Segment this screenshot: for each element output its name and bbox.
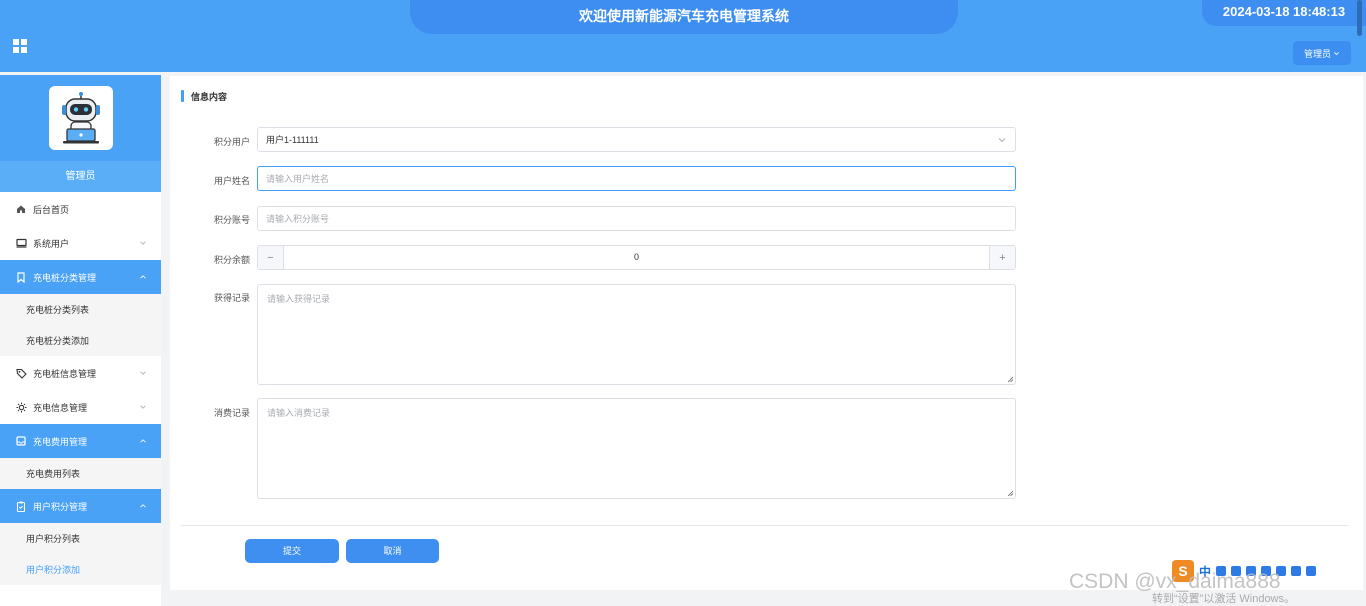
sun-icon <box>15 401 27 413</box>
chevron-down-icon <box>138 238 148 248</box>
sidebar-item-charging-fee[interactable]: 充电费用管理 <box>0 424 161 458</box>
main-content: 信息内容 积分用户 用户1-111111 用户姓名 请输入用户姓名 积分账号 请… <box>170 76 1363 590</box>
sidebar-subitem-charging-fee-list[interactable]: 充电费用列表 <box>0 458 161 489</box>
activate-windows-note: 转到“设置”以激活 Windows。 <box>1152 593 1296 605</box>
user-menu-label: 管理员 <box>1303 48 1331 59</box>
inbox-icon <box>15 435 27 447</box>
system-title: 欢迎使用新能源汽车充电管理系统 <box>410 0 958 34</box>
form-divider <box>181 525 1349 526</box>
grid-icon[interactable] <box>1291 566 1302 576</box>
top-header: 欢迎使用新能源汽车充电管理系统 2024-03-18 18:48:13 管理员 <box>0 0 1366 72</box>
sidebar-item-label: 系统用户 <box>33 238 70 249</box>
page-scrollbar[interactable] <box>1357 0 1362 36</box>
chevron-up-icon <box>138 436 148 446</box>
spend-record-textarea[interactable]: 请输入消费记录 <box>257 398 1016 499</box>
avatar-panel <box>0 75 161 161</box>
clipboard-icon <box>15 500 27 512</box>
resize-grip-icon[interactable] <box>1007 376 1013 382</box>
cancel-button[interactable]: 取消 <box>346 539 439 563</box>
points-balance-label: 积分余额 <box>213 255 250 265</box>
tag-icon <box>15 367 27 379</box>
sidebar-item-label: 充电桩分类管理 <box>33 272 97 283</box>
sidebar-item-user-points[interactable]: 用户积分管理 <box>0 489 161 523</box>
sidebar: 管理员 后台首页 系统用户 充电桩分类管理 充电桩分类列表 充电桩分类添加 充电… <box>0 75 161 606</box>
role-name: 管理员 <box>0 161 161 192</box>
sidebar-item-label: 用户积分管理 <box>33 501 88 512</box>
points-user-select[interactable]: 用户1-111111 <box>257 127 1016 152</box>
sidebar-item-system-users[interactable]: 系统用户 <box>0 226 161 260</box>
points-balance-stepper[interactable]: − 0 + <box>257 245 1016 270</box>
datetime-display: 2024-03-18 18:48:13 <box>1202 0 1366 26</box>
earn-record-label: 获得记录 <box>213 293 250 303</box>
chevron-down-icon <box>138 402 148 412</box>
sidebar-item-label: 充电费用管理 <box>33 436 88 447</box>
sidebar-item-charging-info[interactable]: 充电信息管理 <box>0 390 161 424</box>
chevron-down-icon <box>998 138 1006 143</box>
sidebar-subitem-pile-category-add[interactable]: 充电桩分类添加 <box>0 325 161 356</box>
user-name-placeholder: 请输入用户姓名 <box>266 174 330 184</box>
earn-record-placeholder: 请输入获得记录 <box>267 294 331 304</box>
section-title: 信息内容 <box>181 90 227 102</box>
decrease-button[interactable]: − <box>258 246 284 269</box>
sidebar-item-home[interactable]: 后台首页 <box>0 192 161 226</box>
points-user-value: 用户1-111111 <box>266 135 319 145</box>
sidebar-item-pile-category[interactable]: 充电桩分类管理 <box>0 260 161 294</box>
earn-record-textarea[interactable]: 请输入获得记录 <box>257 284 1016 385</box>
chevron-down-icon <box>1334 51 1339 55</box>
monitor-icon <box>15 237 27 249</box>
chevron-down-icon <box>138 368 148 378</box>
bookmark-icon <box>15 271 27 283</box>
sidebar-subitem-user-points-list[interactable]: 用户积分列表 <box>0 523 161 554</box>
settings-icon[interactable] <box>1306 566 1317 576</box>
section-title-bar <box>181 90 184 102</box>
increase-button[interactable]: + <box>989 246 1015 269</box>
sidebar-subitem-user-points-add[interactable]: 用户积分添加 <box>0 554 161 585</box>
chevron-up-icon <box>138 501 148 511</box>
user-name-input[interactable]: 请输入用户姓名 <box>257 166 1016 191</box>
spend-record-placeholder: 请输入消费记录 <box>267 408 331 418</box>
grid-icon[interactable] <box>13 39 27 53</box>
points-user-label: 积分用户 <box>213 137 250 147</box>
sidebar-subitem-pile-category-list[interactable]: 充电桩分类列表 <box>0 294 161 325</box>
user-name-label: 用户姓名 <box>213 176 250 186</box>
section-title-text: 信息内容 <box>191 91 228 102</box>
points-account-input[interactable]: 请输入积分账号 <box>257 206 1016 231</box>
sidebar-item-pile-info[interactable]: 充电桩信息管理 <box>0 356 161 390</box>
home-icon <box>15 203 27 215</box>
points-account-label: 积分账号 <box>213 215 250 225</box>
user-menu-button[interactable]: 管理员 <box>1293 41 1351 65</box>
resize-grip-icon[interactable] <box>1007 490 1013 496</box>
points-account-placeholder: 请输入积分账号 <box>266 214 330 224</box>
submit-button[interactable]: 提交 <box>245 539 339 563</box>
points-balance-value[interactable]: 0 <box>284 246 989 269</box>
sidebar-item-label: 后台首页 <box>33 204 70 215</box>
robot-avatar-icon <box>48 86 113 150</box>
sidebar-item-label: 充电信息管理 <box>33 402 88 413</box>
spend-record-label: 消费记录 <box>213 408 250 418</box>
sidebar-item-label: 充电桩信息管理 <box>33 368 97 379</box>
chevron-up-icon <box>138 272 148 282</box>
